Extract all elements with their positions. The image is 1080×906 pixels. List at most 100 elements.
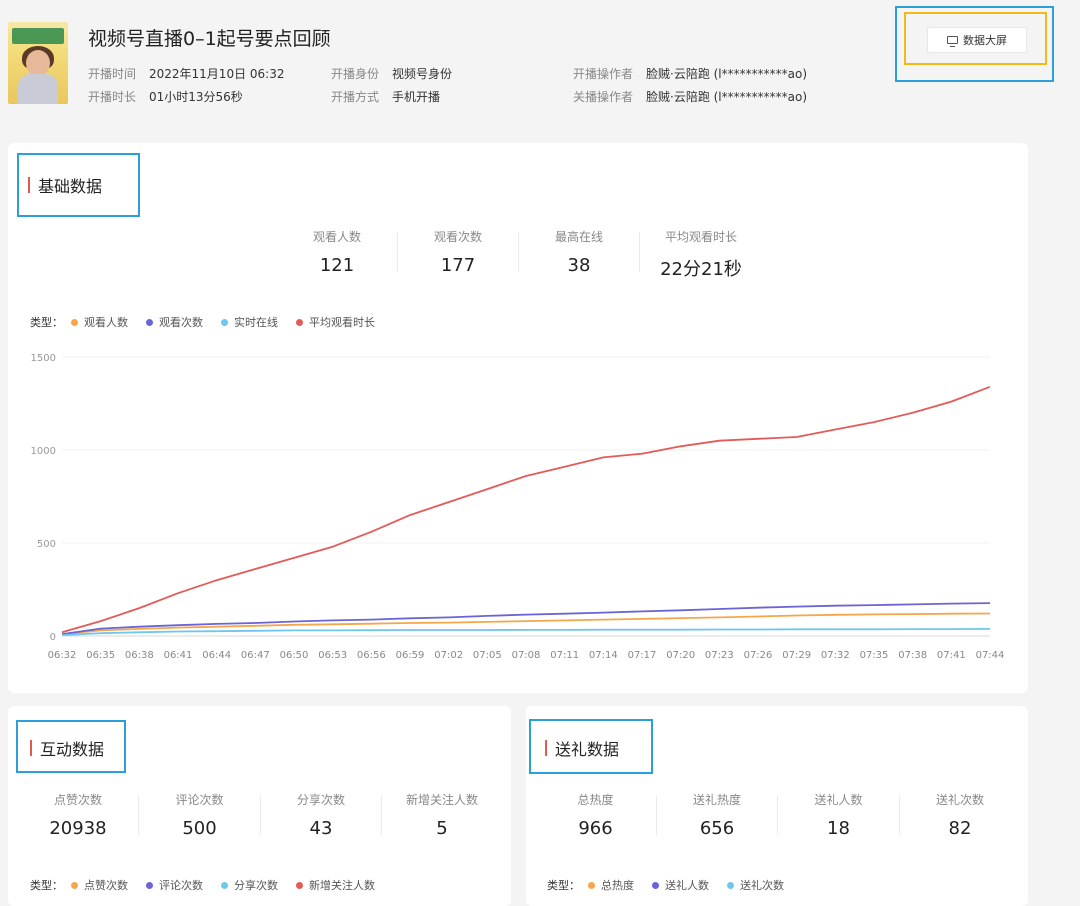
x-tick-label: 06:38: [125, 650, 154, 661]
legend-label: 实时在线: [234, 316, 278, 329]
x-tick-label: 06:56: [357, 650, 386, 661]
stat-gift-count: 送礼次数 82: [900, 791, 1020, 839]
meta-value-method: 手机开播: [392, 90, 441, 104]
legend-dot: [146, 881, 153, 889]
y-tick-label: 500: [37, 539, 56, 550]
legend-item-realtime-online[interactable]: 实时在线: [221, 314, 278, 330]
stat-value: 20938: [49, 818, 107, 839]
gift-section-title: 送礼数据: [545, 736, 619, 760]
stat-value: 500: [182, 818, 217, 839]
interaction-title-text: 互动数据: [40, 740, 105, 759]
stat-label: 送礼热度: [692, 793, 741, 807]
stat-value: 966: [578, 818, 613, 839]
legend-label: 观看次数: [159, 316, 203, 329]
legend-dot: [221, 318, 228, 326]
x-tick-label: 07:11: [550, 650, 579, 661]
x-tick-label: 07:38: [898, 650, 927, 661]
legend-item-new-followers[interactable]: 新增关注人数: [296, 877, 375, 893]
x-tick-label: 07:20: [666, 650, 695, 661]
legend-label: 观看人数: [84, 316, 128, 329]
x-tick-label: 07:08: [512, 650, 541, 661]
stat-label: 总热度: [577, 793, 614, 807]
legend-label: 送礼次数: [740, 879, 784, 892]
basic-chart-legend: 类型： 观看人数 观看次数 实时在线 平均观看时长: [30, 314, 393, 330]
meta-value-start-time: 2022年11月10日 06:32: [149, 67, 285, 81]
legend-item-viewers[interactable]: 观看人数: [71, 314, 128, 330]
x-tick-label: 07:23: [705, 650, 734, 661]
stat-label: 评论次数: [175, 793, 224, 807]
legend-dot: [727, 881, 734, 889]
interaction-section-title: 互动数据: [30, 736, 104, 760]
legend-label: 送礼人数: [665, 879, 709, 892]
legend-label: 总热度: [601, 879, 634, 892]
x-tick-label: 07:02: [434, 650, 463, 661]
legend-item-likes[interactable]: 点赞次数: [71, 877, 128, 893]
x-tick-label: 06:35: [86, 650, 115, 661]
stat-views: 观看次数 177: [398, 228, 518, 276]
x-tick-label: 06:59: [396, 650, 425, 661]
stat-value: 22分21秒: [660, 259, 742, 280]
legend-type-label: 类型：: [30, 316, 63, 329]
legend-label: 点赞次数: [84, 879, 128, 892]
meta-value-start-operator: 脸贼·云陪跑 (l***********ao): [646, 67, 808, 81]
meta-key-start-time: 开播时间: [88, 67, 137, 81]
stat-label: 点赞次数: [53, 793, 102, 807]
stat-likes: 点赞次数 20938: [18, 791, 138, 839]
legend-dot: [221, 881, 228, 889]
title-accent-bar: [545, 740, 547, 756]
meta-value-identity: 视频号身份: [392, 67, 453, 81]
stat-label: 观看人数: [312, 230, 361, 244]
legend-label: 分享次数: [234, 879, 278, 892]
legend-type-label: 类型：: [547, 879, 580, 892]
stat-value: 177: [440, 255, 476, 276]
series-line: [61, 628, 991, 636]
basic-data-line-chart[interactable]: 0 500 1000 1500 06:32 06:35 06:38 06:41 06:44 06:…: [0, 340, 1030, 670]
x-tick-label: 06:53: [318, 650, 347, 661]
legend-label: 新增关注人数: [309, 879, 375, 892]
x-tick-label: 07:29: [782, 650, 811, 661]
gift-chart-legend: 类型： 总热度 送礼人数 送礼次数: [547, 877, 802, 893]
x-tick-label: 07:26: [744, 650, 773, 661]
stat-value: 656: [699, 818, 735, 839]
stat-peak-online: 最高在线 38: [519, 228, 639, 276]
x-tick-label: 07:41: [937, 650, 966, 661]
gift-title-text: 送礼数据: [555, 740, 620, 759]
stat-value: 38: [567, 255, 591, 276]
meta-key-start-operator: 开播操作者: [573, 67, 634, 81]
meta-key-duration: 开播时长: [88, 90, 137, 104]
stat-gift-senders: 送礼人数 18: [778, 791, 899, 839]
legend-item-shares[interactable]: 分享次数: [221, 877, 278, 893]
stat-value: 5: [436, 818, 448, 839]
stat-value: 82: [948, 818, 972, 839]
meta-key-end-operator: 关播操作者: [573, 90, 634, 104]
legend-item-gift-count[interactable]: 送礼次数: [727, 877, 784, 893]
y-tick-label: 1500: [31, 353, 56, 364]
x-tick-label: 07:35: [860, 650, 889, 661]
stat-comments: 评论次数 500: [139, 791, 260, 839]
legend-item-total-heat[interactable]: 总热度: [588, 877, 634, 893]
legend-dot: [71, 318, 78, 326]
stat-new-followers: 新增关注人数 5: [382, 791, 502, 839]
legend-label: 评论次数: [159, 879, 203, 892]
interaction-chart-legend: 类型： 点赞次数 评论次数 分享次数 新增关注人数: [30, 877, 393, 893]
live-cover-thumbnail[interactable]: [8, 22, 68, 104]
basic-section-title: 基础数据: [28, 173, 102, 197]
meta-key-identity: 开播身份: [331, 67, 380, 81]
stat-value: 121: [319, 255, 355, 276]
legend-dot: [652, 881, 659, 889]
x-tick-label: 06:44: [202, 650, 231, 661]
data-screen-button[interactable]: 数据大屏: [927, 27, 1027, 53]
stat-label: 观看次数: [433, 230, 482, 244]
legend-item-views[interactable]: 观看次数: [146, 314, 203, 330]
legend-item-gift-senders[interactable]: 送礼人数: [652, 877, 709, 893]
legend-label: 平均观看时长: [309, 316, 375, 329]
y-tick-label: 1000: [31, 446, 56, 457]
legend-dot: [296, 318, 303, 326]
stat-viewers: 观看人数 121: [277, 228, 397, 276]
stat-value: 18: [827, 818, 850, 839]
legend-item-comments[interactable]: 评论次数: [146, 877, 203, 893]
legend-item-avg-watch-time[interactable]: 平均观看时长: [296, 314, 375, 330]
stat-label: 送礼次数: [935, 793, 984, 807]
basic-title-text: 基础数据: [38, 177, 103, 196]
stat-value: 43: [309, 818, 333, 839]
